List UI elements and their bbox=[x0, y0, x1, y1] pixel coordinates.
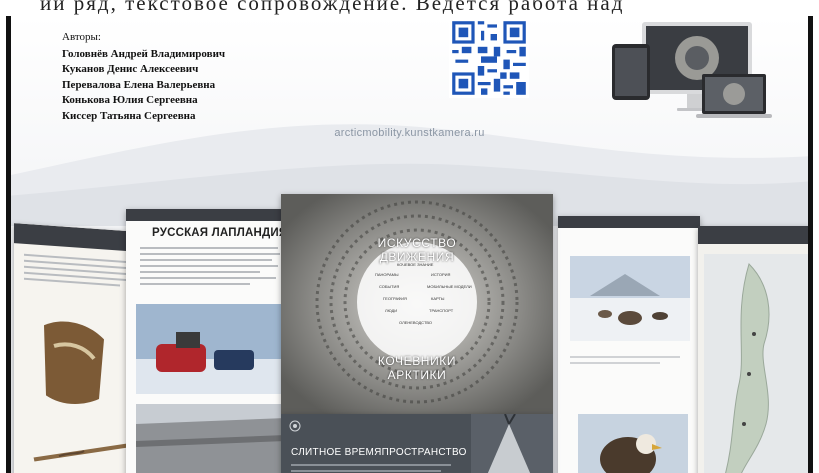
menu-item[interactable]: КАРТЫ bbox=[431, 296, 444, 301]
page-art-of-movement: ИСКУССТВО ДВИЖЕНИЯ КОЧЕВНИКИ АРКТИКИ КОЧ… bbox=[281, 194, 553, 414]
ring-title: ИСКУССТВО ДВИЖЕНИЯ bbox=[347, 228, 487, 308]
tool-image bbox=[33, 442, 135, 462]
page-header-bar bbox=[698, 226, 813, 244]
site-url[interactable]: arcticmobility.kunstkamera.ru bbox=[6, 127, 813, 139]
author-name: Киссер Татьяна Сергеевна bbox=[62, 109, 196, 122]
page-map bbox=[698, 226, 813, 473]
author-name: Куканов Денис Алексеевич bbox=[62, 63, 199, 75]
menu-item[interactable]: ПАНОРАМЫ bbox=[375, 272, 398, 277]
page-title: РУССКАЯ ЛАПЛАНДИЯ bbox=[152, 227, 288, 239]
menu-item[interactable]: КОЧЕВОЕ ЗНАНИЕ bbox=[397, 262, 433, 267]
clipped-text-line: ии ряд, текстовое сопровождение. Ведется… bbox=[0, 0, 819, 16]
author-name: Головнёв Андрей Владимирович bbox=[62, 47, 226, 60]
menu-item[interactable]: ТРАНСПОРТ bbox=[429, 308, 453, 313]
page-reindeer bbox=[558, 216, 700, 473]
author-name: Перевалова Елена Валерьевна bbox=[62, 78, 216, 91]
menu-item[interactable]: ОЛЕНЕВОДСТВО bbox=[399, 320, 432, 325]
reindeer-photo bbox=[570, 256, 690, 341]
poster-frame: Авторы: Головнёв Андрей Владимирович Кук… bbox=[6, 16, 813, 473]
logo-icon bbox=[289, 420, 301, 432]
menu-item[interactable]: ГЕОГРАФИЯ bbox=[383, 296, 407, 301]
menu-item[interactable]: СОБЫТИЯ bbox=[379, 284, 399, 289]
qr-code[interactable] bbox=[449, 18, 529, 98]
clipped-text: ии ряд, текстовое сопровождение. Ведется… bbox=[40, 0, 625, 15]
ring-title-bottom: КОЧЕВНИКИ АРКТИКИ bbox=[377, 354, 457, 382]
menu-item[interactable]: ЛЮДИ bbox=[385, 308, 397, 313]
tent-photo bbox=[471, 414, 553, 473]
menu-item[interactable]: МОБИЛЬНЫЕ МОДЕЛИ bbox=[427, 284, 472, 289]
map-image bbox=[704, 254, 813, 473]
eagle-photo bbox=[578, 414, 688, 473]
ring-subtitle: КОЧЕВНИКИ АРКТИКИ bbox=[347, 354, 487, 382]
menu-item[interactable]: ИСТОРИЯ bbox=[431, 272, 450, 277]
page-header-bar bbox=[126, 209, 291, 221]
bag-image bbox=[44, 321, 104, 405]
page-continuous-time-space: СЛИТНОЕ ВРЕМЯПРОСТРАНСТВО bbox=[281, 414, 553, 473]
devices-mockup bbox=[612, 22, 772, 118]
page-russian-lapland: РУССКАЯ ЛАПЛАНДИЯ bbox=[126, 209, 291, 473]
ring-title-top: ИСКУССТВО ДВИЖЕНИЯ bbox=[377, 236, 457, 264]
page-title: СЛИТНОЕ ВРЕМЯПРОСТРАНСТВО bbox=[291, 447, 467, 458]
authors-block: Авторы: Головнёв Андрей Владимирович Кук… bbox=[62, 30, 225, 124]
qr-code-icon bbox=[449, 18, 529, 98]
page-header-bar bbox=[558, 216, 700, 228]
frame-left-border bbox=[6, 16, 11, 473]
frame-right-border bbox=[808, 16, 813, 473]
author-name: Конькова Юлия Сергеевна bbox=[62, 94, 198, 106]
snowmobile-photo bbox=[136, 304, 286, 394]
authors-header: Авторы: bbox=[62, 31, 101, 43]
reindeer-herd-photo bbox=[136, 404, 286, 473]
